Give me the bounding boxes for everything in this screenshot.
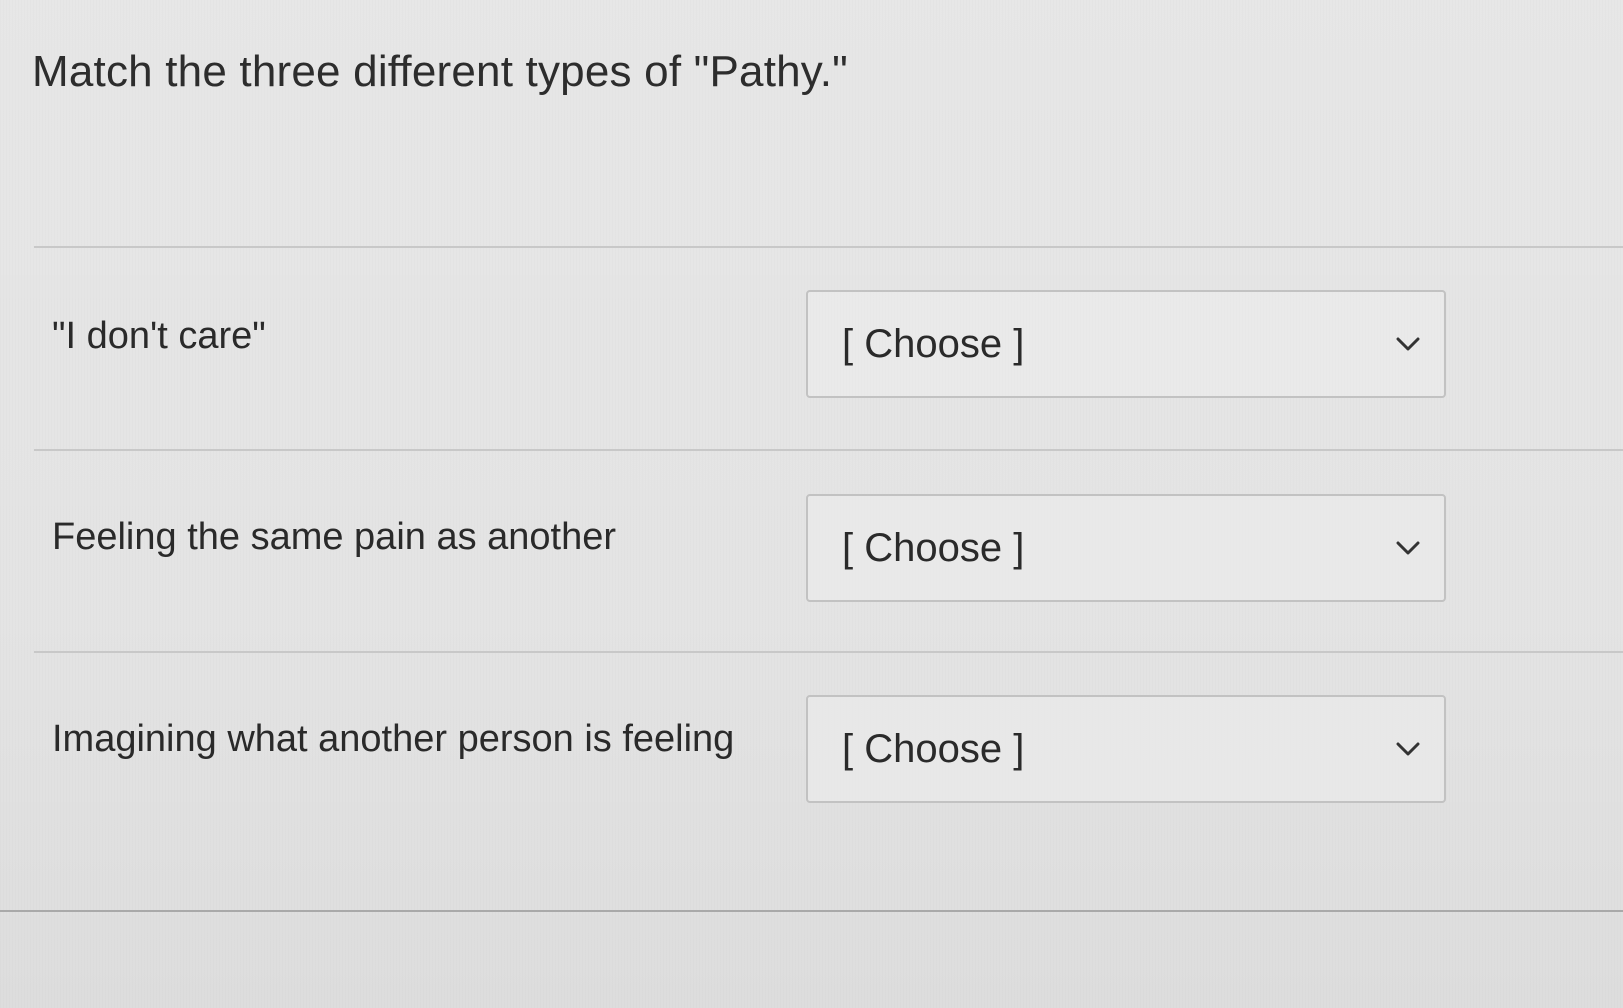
chevron-down-icon: [1394, 534, 1422, 562]
select-value: [ Choose ]: [842, 727, 1025, 771]
match-select[interactable]: [ Choose ]: [806, 494, 1446, 602]
divider: [34, 246, 1623, 248]
divider: [0, 910, 1623, 912]
select-value: [ Choose ]: [842, 322, 1025, 366]
quiz-screen: Match the three different types of "Path…: [0, 0, 1623, 1008]
divider: [34, 449, 1623, 451]
match-prompt: "I don't care": [52, 315, 266, 357]
question-text: Match the three different types of "Path…: [32, 47, 848, 96]
match-select[interactable]: [ Choose ]: [806, 695, 1446, 803]
match-prompt: Imagining what another person is feeling: [52, 718, 735, 760]
chevron-down-icon: [1394, 330, 1422, 358]
match-prompt: Feeling the same pain as another: [52, 516, 617, 558]
select-value: [ Choose ]: [842, 526, 1025, 570]
match-select[interactable]: [ Choose ]: [806, 290, 1446, 398]
divider: [34, 651, 1623, 653]
chevron-down-icon: [1394, 735, 1422, 763]
